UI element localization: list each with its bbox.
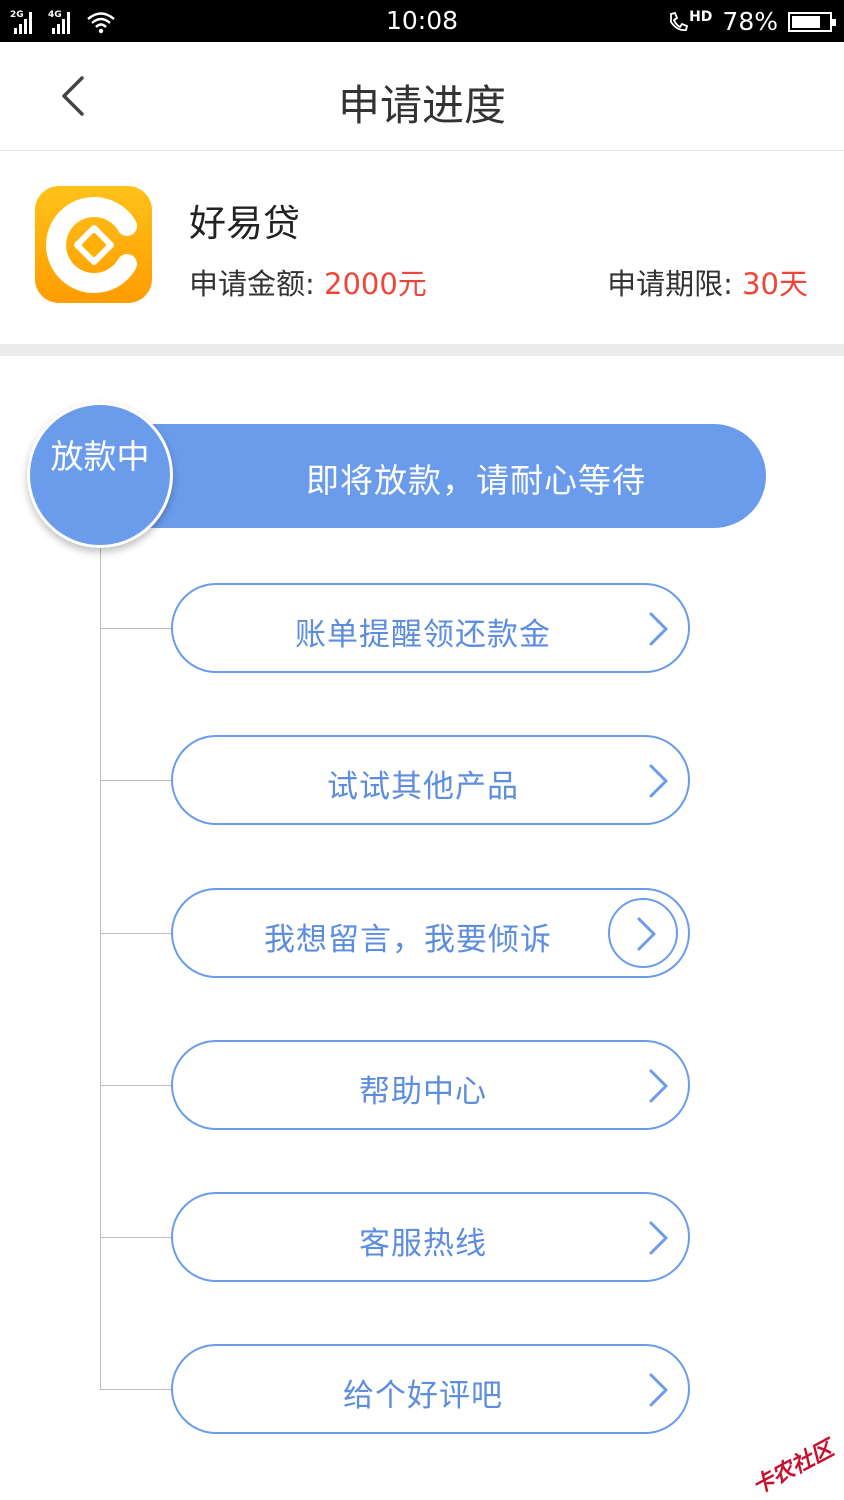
header: 申请进度 — [0, 42, 844, 151]
page-title: 申请进度 — [337, 81, 506, 130]
app-root: 2G 4G 10:08 HD 78% 申请进度 好易贷 申请金额: 2000元 … — [0, 0, 844, 1500]
battery-icon — [788, 11, 836, 32]
phone-hd-icon — [670, 11, 689, 31]
rate-us-button[interactable]: 给个好评吧 — [171, 1344, 690, 1434]
other-products-button[interactable]: 试试其他产品 — [171, 735, 690, 825]
tree-branch — [100, 1237, 172, 1238]
progress-tree-line — [100, 540, 101, 1390]
watermark-logo: 卡农社区 — [748, 1436, 838, 1500]
apply-term-value: 30天 — [742, 267, 808, 301]
action-label: 帮助中心 — [359, 1074, 487, 1110]
apply-amount-label: 申请金额: — [189, 267, 315, 301]
product-card: 好易贷 申请金额: 2000元 申请期限: 30天 — [0, 151, 844, 344]
stage-badge: 放款中 — [27, 402, 173, 548]
tree-branch — [100, 1389, 172, 1390]
chevron-right-icon — [649, 1373, 668, 1407]
leave-message-button[interactable]: 我想留言，我要倾诉 — [171, 888, 690, 978]
status-bar: 2G 4G 10:08 HD 78% — [0, 0, 844, 42]
chevron-right-icon — [649, 1069, 668, 1103]
help-center-button[interactable]: 帮助中心 — [171, 1040, 690, 1130]
chevron-right-icon — [637, 917, 656, 951]
product-logo-icon — [35, 186, 152, 303]
chevron-right-icon — [649, 1221, 668, 1255]
action-label: 我想留言，我要倾诉 — [264, 922, 552, 958]
status-message-banner: 即将放款，请耐心等待 — [100, 424, 766, 528]
action-label: 客服热线 — [359, 1226, 487, 1262]
battery-percent: 78% — [722, 7, 778, 36]
apply-amount-value: 2000元 — [324, 267, 427, 301]
chevron-right-icon — [649, 764, 668, 798]
status-right: HD 78% — [667, 7, 836, 36]
stage-label: 放款中 — [50, 437, 150, 476]
hd-badge: HD — [689, 8, 713, 25]
tree-branch — [100, 628, 172, 629]
tree-branch — [100, 933, 172, 934]
apply-term: 申请期限: 30天 — [607, 261, 808, 303]
apply-amount: 申请金额: 2000元 — [189, 261, 427, 303]
apply-term-label: 申请期限: — [607, 267, 733, 301]
action-label: 试试其他产品 — [327, 769, 519, 805]
tree-branch — [100, 1085, 172, 1086]
battery-fill — [792, 15, 821, 28]
customer-hotline-button[interactable]: 客服热线 — [171, 1192, 690, 1282]
bill-reminder-button[interactable]: 账单提醒领还款金 — [171, 583, 690, 673]
action-label: 给个好评吧 — [343, 1378, 503, 1414]
product-name: 好易贷 — [189, 202, 300, 245]
tree-branch — [100, 780, 172, 781]
section-divider — [0, 344, 844, 356]
action-label: 账单提醒领还款金 — [295, 617, 551, 653]
status-message: 即将放款，请耐心等待 — [306, 461, 646, 500]
chevron-right-icon — [649, 612, 668, 646]
